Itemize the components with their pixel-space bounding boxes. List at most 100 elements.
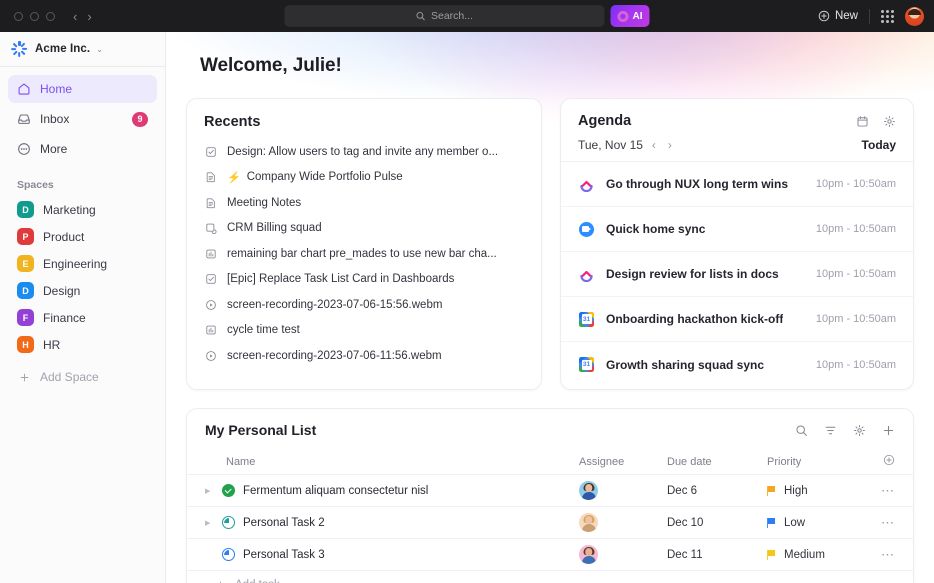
table-row[interactable]: ▶ Fermentum aliquam consectetur nisl Dec… — [187, 474, 913, 506]
list-item[interactable]: cycle time test — [204, 318, 524, 344]
row-menu-icon[interactable]: ⋯ — [867, 515, 895, 531]
search-icon[interactable] — [795, 424, 808, 437]
assignee-cell[interactable] — [571, 513, 667, 532]
plus-circle-icon — [818, 10, 830, 22]
sidebar-nav: Home Inbox 9 More — [0, 67, 165, 165]
space-label: Product — [43, 229, 85, 244]
calendar-icon[interactable] — [856, 115, 869, 128]
task-name: Fermentum aliquam consectetur nisl — [243, 484, 429, 497]
today-button[interactable]: Today — [862, 138, 896, 152]
ai-button[interactable]: AI — [610, 5, 650, 27]
task-name: Personal Task 3 — [243, 548, 325, 561]
gear-icon[interactable] — [853, 424, 866, 437]
add-column-icon[interactable] — [867, 454, 895, 469]
list-item[interactable]: [Epic] Replace Task List Card in Dashboa… — [204, 267, 524, 293]
agenda-event-row[interactable]: Go through NUX long term wins 10pm - 10:… — [561, 162, 913, 207]
due-date-cell[interactable]: Dec 6 — [667, 485, 767, 497]
filter-icon[interactable] — [824, 424, 837, 437]
search-placeholder-text: Search... — [430, 10, 474, 22]
status-in-progress-icon[interactable] — [222, 548, 235, 561]
row-menu-icon[interactable]: ⋯ — [867, 483, 895, 499]
space-avatar: E — [17, 255, 34, 272]
due-date-cell[interactable]: Dec 10 — [667, 517, 767, 529]
google-calendar-icon: 31 — [578, 356, 595, 373]
sidebar-space-marketing[interactable]: D Marketing — [8, 196, 157, 223]
avatar — [579, 481, 598, 500]
agenda-event-row[interactable]: 31 Growth sharing squad sync 10pm - 10:5… — [561, 342, 913, 387]
add-task-button[interactable]: Add task — [187, 570, 913, 583]
list-item[interactable]: CRM Billing squad — [204, 216, 524, 242]
sidebar-space-product[interactable]: P Product — [8, 223, 157, 250]
column-header-due-date: Due date — [667, 455, 712, 468]
list-item[interactable]: remaining bar chart pre_mades to use new… — [204, 241, 524, 267]
titlebar-center: Search... AI — [284, 5, 650, 27]
add-space-button[interactable]: Add Space — [8, 363, 157, 391]
recent-item-label: remaining bar chart pre_mades to use new… — [227, 247, 497, 260]
sidebar-item-label: Inbox — [40, 112, 70, 126]
window-minimize-dot[interactable] — [30, 11, 39, 21]
sidebar-item-more[interactable]: More — [8, 135, 157, 163]
main-content: Welcome, Julie! Recents Design: Allow us… — [166, 32, 934, 583]
due-date-cell[interactable]: Dec 11 — [667, 549, 767, 561]
sidebar-item-inbox[interactable]: Inbox 9 — [8, 105, 157, 133]
recent-item-label: screen-recording-2023-07-06-11:56.webm — [227, 349, 442, 362]
assignee-cell[interactable] — [571, 481, 667, 500]
back-icon[interactable]: ‹ — [73, 10, 77, 23]
plus-icon[interactable] — [882, 424, 895, 437]
task-name-cell: Personal Task 3 — [205, 548, 571, 561]
workspace-switcher[interactable]: Acme Inc. ⌄ — [0, 32, 165, 67]
sidebar-space-finance[interactable]: F Finance — [8, 304, 157, 331]
new-button[interactable]: New — [818, 10, 858, 22]
space-avatar: H — [17, 336, 34, 353]
google-calendar-icon: 31 — [578, 311, 595, 328]
forward-icon[interactable]: › — [87, 10, 91, 23]
prev-day-button[interactable]: ‹ — [652, 138, 656, 152]
assignee-cell[interactable] — [571, 545, 667, 564]
recent-item-label: Meeting Notes — [227, 196, 302, 209]
list-item[interactable]: Meeting Notes — [204, 190, 524, 216]
sidebar-space-design[interactable]: D Design — [8, 277, 157, 304]
window-maximize-dot[interactable] — [46, 11, 55, 21]
priority-cell[interactable]: High — [767, 485, 867, 497]
status-complete-icon[interactable] — [222, 484, 235, 497]
priority-label: Medium — [784, 548, 825, 561]
row-menu-icon[interactable]: ⋯ — [867, 547, 895, 563]
space-avatar: F — [17, 309, 34, 326]
agenda-event-row[interactable]: 31 Onboarding hackathon kick-off 10pm - … — [561, 297, 913, 342]
agenda-card: Agenda Tue, Nov 15 ‹ › Today Go through … — [560, 98, 914, 390]
expand-arrow-icon[interactable]: ▶ — [205, 487, 214, 495]
sidebar-item-home[interactable]: Home — [8, 75, 157, 103]
search-input[interactable]: Search... — [284, 5, 605, 27]
table-row[interactable]: ▶ Personal Task 2 Dec 10 Low ⋯ — [187, 506, 913, 538]
task-name-cell: ▶ Fermentum aliquam consectetur nisl — [205, 484, 571, 497]
list-item[interactable]: screen-recording-2023-07-06-11:56.webm — [204, 343, 524, 369]
sidebar-space-hr[interactable]: H HR — [8, 331, 157, 358]
add-task-label: Add task — [235, 579, 280, 583]
main-inner: Welcome, Julie! Recents Design: Allow us… — [166, 32, 934, 583]
dashboard-icon — [204, 323, 218, 337]
next-day-button[interactable]: › — [668, 138, 672, 152]
personal-list-actions — [795, 424, 895, 437]
apps-grid-icon[interactable] — [881, 9, 894, 23]
list-item[interactable]: Design: Allow users to tag and invite an… — [204, 139, 524, 165]
agenda-event-row[interactable]: Design review for lists in docs 10pm - 1… — [561, 252, 913, 297]
user-avatar[interactable] — [905, 6, 924, 26]
window-controls[interactable] — [10, 11, 55, 21]
status-in-progress-icon[interactable] — [222, 516, 235, 529]
window-close-dot[interactable] — [14, 11, 23, 21]
agenda-event-row[interactable]: Quick home sync 10pm - 10:50am — [561, 207, 913, 252]
sidebar-space-engineering[interactable]: E Engineering — [8, 250, 157, 277]
event-title: Onboarding hackathon kick-off — [606, 312, 784, 326]
app-window: ‹ › Search... AI New Acme Inc. ⌄ Home In… — [0, 0, 934, 583]
list-item[interactable]: screen-recording-2023-07-06-15:56.webm — [204, 292, 524, 318]
table-row[interactable]: Personal Task 3 Dec 11 Medium ⋯ — [187, 538, 913, 570]
avatar — [579, 513, 598, 532]
list-item[interactable]: ⚡ Company Wide Portfolio Pulse — [204, 165, 524, 191]
chevron-down-icon[interactable]: ⌄ — [96, 45, 103, 54]
expand-arrow-icon[interactable]: ▶ — [205, 519, 214, 527]
dashboard-icon — [204, 247, 218, 261]
priority-cell[interactable]: Medium — [767, 549, 867, 561]
gear-icon[interactable] — [883, 115, 896, 128]
priority-cell[interactable]: Low — [767, 517, 867, 529]
title-bar: ‹ › Search... AI New — [0, 0, 934, 32]
